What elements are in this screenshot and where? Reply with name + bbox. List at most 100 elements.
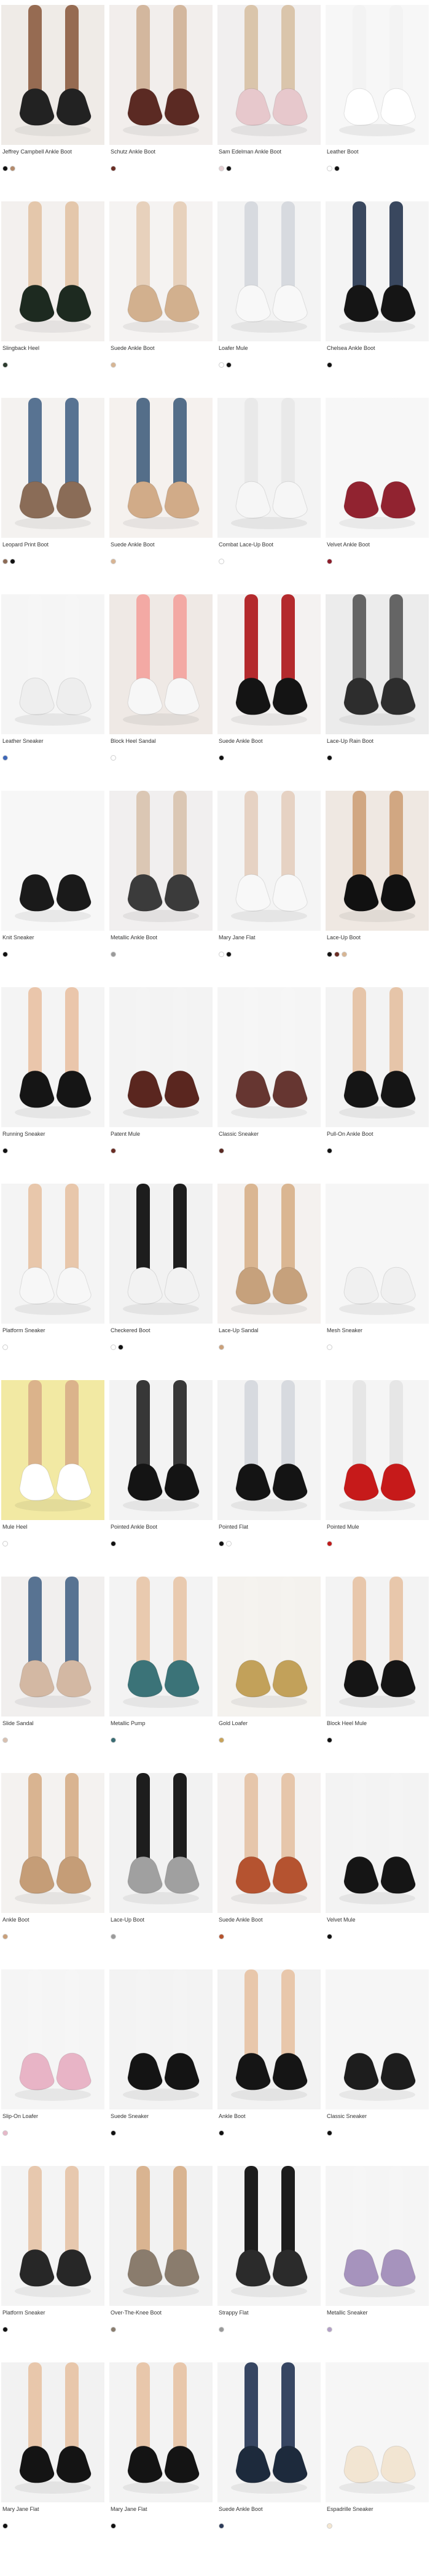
product-image[interactable] bbox=[109, 594, 213, 734]
product-image[interactable] bbox=[109, 201, 213, 341]
product-image[interactable] bbox=[109, 2166, 213, 2306]
product-image[interactable] bbox=[217, 1184, 321, 1324]
product-name[interactable]: Leather Boot bbox=[327, 149, 428, 155]
product-image[interactable] bbox=[109, 791, 213, 931]
product-image[interactable] bbox=[217, 987, 321, 1127]
color-swatch[interactable] bbox=[327, 2523, 332, 2529]
color-swatch[interactable] bbox=[118, 1344, 123, 1350]
product-image[interactable] bbox=[109, 5, 213, 145]
product-name[interactable]: Over-The-Knee Boot bbox=[111, 2310, 211, 2316]
color-swatch[interactable] bbox=[327, 2130, 332, 2136]
color-swatch[interactable] bbox=[111, 559, 116, 564]
product-card[interactable]: Pointed Ankle Boot bbox=[109, 1380, 213, 1577]
color-swatch[interactable] bbox=[10, 559, 15, 564]
product-image[interactable] bbox=[217, 398, 321, 538]
product-card[interactable]: Metallic Sneaker bbox=[326, 2166, 429, 2362]
product-name[interactable]: Ankle Boot bbox=[219, 2113, 319, 2120]
product-card[interactable]: Ankle Boot bbox=[217, 1969, 321, 2166]
product-name[interactable]: Mary Jane Flat bbox=[2, 2506, 103, 2513]
product-image[interactable] bbox=[217, 2166, 321, 2306]
product-name[interactable]: Schutz Ankle Boot bbox=[111, 149, 211, 155]
color-swatch[interactable] bbox=[219, 2130, 224, 2136]
color-swatch[interactable] bbox=[2, 755, 8, 761]
product-image[interactable] bbox=[326, 1969, 429, 2109]
product-name[interactable]: Slingback Heel bbox=[2, 345, 103, 352]
product-image[interactable] bbox=[1, 398, 104, 538]
product-card[interactable]: Lace-Up Boot bbox=[109, 1773, 213, 1969]
color-swatch[interactable] bbox=[111, 1934, 116, 1939]
color-swatch[interactable] bbox=[111, 1541, 116, 1546]
product-image[interactable] bbox=[326, 2362, 429, 2502]
color-swatch[interactable] bbox=[219, 1344, 224, 1350]
color-swatch[interactable] bbox=[111, 166, 116, 171]
product-card[interactable]: Knit Sneaker bbox=[1, 791, 104, 987]
product-image[interactable] bbox=[326, 1773, 429, 1913]
color-swatch[interactable] bbox=[2, 362, 8, 368]
color-swatch[interactable] bbox=[111, 1737, 116, 1743]
product-card[interactable]: Mule Heel bbox=[1, 1380, 104, 1577]
color-swatch[interactable] bbox=[327, 1934, 332, 1939]
color-swatch[interactable] bbox=[334, 952, 340, 957]
product-image[interactable] bbox=[109, 1969, 213, 2109]
product-card[interactable]: Pointed Flat bbox=[217, 1380, 321, 1577]
product-image[interactable] bbox=[217, 1773, 321, 1913]
product-image[interactable] bbox=[217, 791, 321, 931]
product-image[interactable] bbox=[1, 594, 104, 734]
product-card[interactable]: Combat Lace-Up Boot bbox=[217, 398, 321, 594]
color-swatch[interactable] bbox=[219, 1934, 224, 1939]
product-name[interactable]: Slip-On Loafer bbox=[2, 2113, 103, 2120]
color-swatch[interactable] bbox=[111, 1344, 116, 1350]
product-name[interactable]: Chelsea Ankle Boot bbox=[327, 345, 428, 352]
color-swatch[interactable] bbox=[219, 952, 224, 957]
product-card[interactable]: Slingback Heel bbox=[1, 201, 104, 398]
product-card[interactable]: Checkered Boot bbox=[109, 1184, 213, 1380]
product-name[interactable]: Combat Lace-Up Boot bbox=[219, 541, 319, 548]
color-swatch[interactable] bbox=[111, 952, 116, 957]
product-card[interactable]: Espadrille Sneaker bbox=[326, 2362, 429, 2559]
product-name[interactable]: Ankle Boot bbox=[2, 1917, 103, 1923]
color-swatch[interactable] bbox=[111, 362, 116, 368]
product-image[interactable] bbox=[1, 1577, 104, 1717]
product-name[interactable]: Block Heel Mule bbox=[327, 1720, 428, 1727]
product-image[interactable] bbox=[326, 987, 429, 1127]
product-name[interactable]: Gold Loafer bbox=[219, 1720, 319, 1727]
color-swatch[interactable] bbox=[10, 166, 15, 171]
product-card[interactable]: Suede Ankle Boot bbox=[217, 594, 321, 791]
color-swatch[interactable] bbox=[2, 952, 8, 957]
product-image[interactable] bbox=[217, 1969, 321, 2109]
color-swatch[interactable] bbox=[342, 952, 347, 957]
product-name[interactable]: Running Sneaker bbox=[2, 1131, 103, 1138]
product-name[interactable]: Leather Sneaker bbox=[2, 738, 103, 745]
product-image[interactable] bbox=[1, 1773, 104, 1913]
color-swatch[interactable] bbox=[2, 2327, 8, 2332]
product-name[interactable]: Pointed Ankle Boot bbox=[111, 1524, 211, 1530]
color-swatch[interactable] bbox=[2, 1148, 8, 1154]
color-swatch[interactable] bbox=[219, 1541, 224, 1546]
product-card[interactable]: Suede Ankle Boot bbox=[109, 398, 213, 594]
product-image[interactable] bbox=[326, 791, 429, 931]
color-swatch[interactable] bbox=[327, 166, 332, 171]
product-image[interactable] bbox=[109, 1773, 213, 1913]
product-image[interactable] bbox=[1, 5, 104, 145]
product-card[interactable]: Running Sneaker bbox=[1, 987, 104, 1184]
product-image[interactable] bbox=[326, 1380, 429, 1520]
product-card[interactable]: Mesh Sneaker bbox=[326, 1184, 429, 1380]
color-swatch[interactable] bbox=[2, 1541, 8, 1546]
product-name[interactable]: Metallic Pump bbox=[111, 1720, 211, 1727]
product-name[interactable]: Classic Sneaker bbox=[219, 1131, 319, 1138]
product-card[interactable]: Over-The-Knee Boot bbox=[109, 2166, 213, 2362]
product-image[interactable] bbox=[1, 201, 104, 341]
color-swatch[interactable] bbox=[219, 1148, 224, 1154]
product-card[interactable]: Mary Jane Flat bbox=[217, 791, 321, 987]
product-image[interactable] bbox=[217, 594, 321, 734]
product-image[interactable] bbox=[217, 2362, 321, 2502]
product-card[interactable]: Strappy Flat bbox=[217, 2166, 321, 2362]
product-card[interactable]: Block Heel Mule bbox=[326, 1577, 429, 1773]
color-swatch[interactable] bbox=[327, 1344, 332, 1350]
color-swatch[interactable] bbox=[2, 2523, 8, 2529]
color-swatch[interactable] bbox=[2, 559, 8, 564]
product-name[interactable]: Velvet Mule bbox=[327, 1917, 428, 1923]
product-image[interactable] bbox=[1, 2362, 104, 2502]
product-card[interactable]: Patent Mule bbox=[109, 987, 213, 1184]
color-swatch[interactable] bbox=[226, 362, 232, 368]
